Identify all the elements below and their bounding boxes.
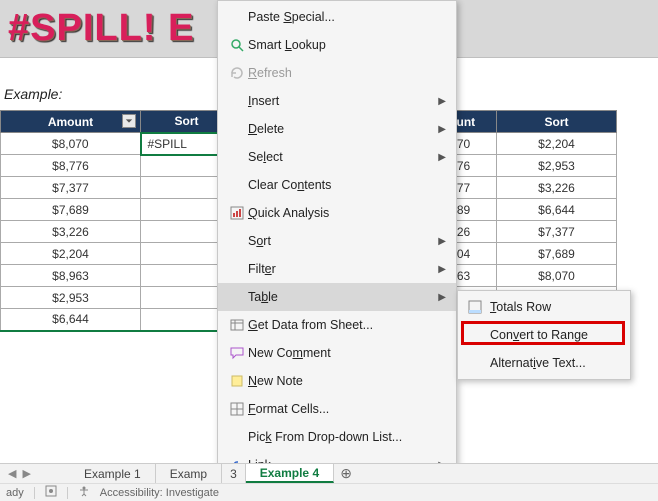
table-cell[interactable]: $7,377 <box>1 177 141 199</box>
left-table: Amount Sort $8,070#SPILL $8,776 $7,377 $… <box>0 110 234 332</box>
submenu-totals-row[interactable]: Totals Row <box>458 293 630 321</box>
menu-new-comment[interactable]: New Comment <box>218 339 456 367</box>
table-cell[interactable]: $6,644 <box>1 309 141 331</box>
table-submenu: Totals Row Convert to Range Alternative … <box>457 290 631 380</box>
tab-example-3[interactable]: 3 <box>222 464 246 483</box>
example-label: Example: <box>4 86 62 102</box>
menu-select[interactable]: Select ▶ <box>218 143 456 171</box>
table-cell[interactable]: $8,963 <box>1 265 141 287</box>
chevron-right-icon: ▶ <box>438 264 446 275</box>
submenu-convert-to-range[interactable]: Convert to Range <box>458 321 630 349</box>
chevron-right-icon: ▶ <box>438 292 446 303</box>
menu-paste-special[interactable]: Paste Special... <box>218 3 456 31</box>
filter-dropdown-icon[interactable] <box>122 114 136 128</box>
menu-refresh: Refresh <box>218 59 456 87</box>
status-ready: ady <box>6 487 24 499</box>
refresh-icon <box>226 65 248 81</box>
context-menu: Paste Special... Smart Lookup Refresh In… <box>217 0 457 482</box>
menu-pick-from-list[interactable]: Pick From Drop-down List... <box>218 423 456 451</box>
col-header-amount[interactable]: Amount <box>1 111 141 133</box>
tab-nav-controls[interactable]: ◀▶ <box>8 467 31 480</box>
submenu-alternative-text[interactable]: Alternative Text... <box>458 349 630 377</box>
note-icon <box>226 373 248 389</box>
table-cell[interactable]: $2,204 <box>497 133 617 155</box>
menu-new-note[interactable]: New Note <box>218 367 456 395</box>
col-header-amount-label: Amount <box>48 115 93 129</box>
totals-row-icon <box>468 300 490 314</box>
menu-table[interactable]: Table ▶ <box>218 283 456 311</box>
table-cell[interactable]: $8,070 <box>497 265 617 287</box>
chevron-right-icon: ▶ <box>438 152 446 163</box>
table-cell[interactable]: $8,070 <box>1 133 141 155</box>
table-cell[interactable]: $3,226 <box>497 177 617 199</box>
menu-filter[interactable]: Filter ▶ <box>218 255 456 283</box>
table-cell[interactable]: $8,776 <box>1 155 141 177</box>
get-data-icon <box>226 317 248 333</box>
chevron-right-icon: ▶ <box>438 124 446 135</box>
format-cells-icon <box>226 401 248 417</box>
macro-record-icon[interactable] <box>45 485 57 500</box>
table-cell[interactable]: $2,953 <box>497 155 617 177</box>
table-cell[interactable]: $7,689 <box>497 243 617 265</box>
comment-icon <box>226 345 248 361</box>
menu-smart-lookup[interactable]: Smart Lookup <box>218 31 456 59</box>
status-bar: ady Accessibility: Investigate <box>0 483 658 501</box>
table-cell[interactable]: $2,953 <box>1 287 141 309</box>
quick-analysis-icon <box>226 205 248 221</box>
page-title: #SPILL! E <box>8 7 194 50</box>
menu-sort[interactable]: Sort ▶ <box>218 227 456 255</box>
menu-quick-analysis[interactable]: Quick Analysis <box>218 199 456 227</box>
table-cell[interactable]: $2,204 <box>1 243 141 265</box>
table-cell[interactable]: $7,689 <box>1 199 141 221</box>
col-header-sort-right[interactable]: Sort <box>497 111 617 133</box>
chevron-right-icon: ▶ <box>438 236 446 247</box>
chevron-right-icon: ▶ <box>438 96 446 107</box>
menu-format-cells[interactable]: Format Cells... <box>218 395 456 423</box>
smart-lookup-icon <box>226 37 248 53</box>
menu-delete[interactable]: Delete ▶ <box>218 115 456 143</box>
tab-example-2[interactable]: Examp <box>156 464 222 483</box>
sheet-tabs: ◀▶ Example 1 Examp 3 Example 4 ⊕ <box>0 463 658 483</box>
menu-get-data-from-sheet[interactable]: Get Data from Sheet... <box>218 311 456 339</box>
menu-clear-contents[interactable]: Clear Contents <box>218 171 456 199</box>
accessibility-icon[interactable] <box>78 485 90 500</box>
col-header-sort-label: Sort <box>175 114 199 128</box>
add-sheet-button[interactable]: ⊕ <box>334 465 358 482</box>
tab-example-4[interactable]: Example 4 <box>246 464 334 483</box>
tab-example-1[interactable]: Example 1 <box>70 464 156 483</box>
status-accessibility[interactable]: Accessibility: Investigate <box>100 487 219 499</box>
table-cell[interactable]: $7,377 <box>497 221 617 243</box>
table-cell[interactable]: $3,226 <box>1 221 141 243</box>
menu-insert[interactable]: Insert ▶ <box>218 87 456 115</box>
table-cell[interactable]: $6,644 <box>497 199 617 221</box>
